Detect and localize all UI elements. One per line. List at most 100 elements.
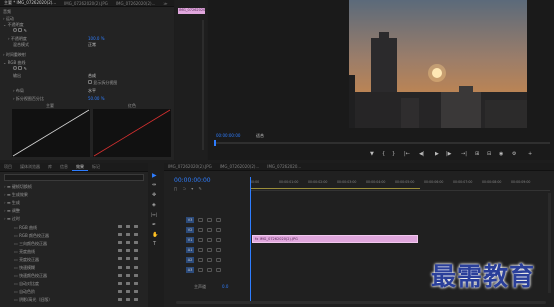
track-label-audio[interactable]: A3 [186,267,194,273]
layout-select[interactable]: 水平 [88,88,96,94]
tab-source-2[interactable]: IMG_07262020(2).JPG [60,1,112,6]
effects-list-item[interactable]: › ▬ 生成 [4,200,20,206]
tab-sequence-2[interactable]: IMG_07262020(2)... [216,164,264,169]
lock-icon[interactable] [198,228,203,232]
tab-sequence-1[interactable]: IMG_07262020(2).JPG [164,164,216,169]
tab-source-main[interactable]: 主要 * IMG_07262020(2)... [0,0,60,6]
effects-list-item[interactable]: › ▬ 调整 [4,208,20,214]
effects-list-item[interactable]: › ▬ 键帧切换帧 [4,184,32,190]
sync-icon[interactable] [207,218,212,222]
hand-tool[interactable]: ✋ [152,232,158,238]
go-to-out-button[interactable]: →| [461,151,467,157]
track-label-video[interactable]: V1 [186,237,194,243]
time-ruler[interactable]: 00:00 00:00:01:00 00:00:02:00 00:00:03:00 00… [250,179,550,191]
rect-mask-icon-2[interactable] [18,66,23,70]
tab-sequence-3[interactable]: IMG_07262020... [263,164,305,169]
opacity-value[interactable]: 100.0 % [88,36,105,41]
slip-tool[interactable]: |↔| [151,212,157,217]
timeline-h-scrollbar[interactable] [176,301,546,304]
track-label-audio[interactable]: A1 [186,247,194,253]
type-tool[interactable]: T [153,241,156,247]
split-percent-value[interactable]: 50.00 % [88,96,105,101]
master-value[interactable]: 0.0 [222,284,228,289]
tab-library[interactable]: 库 [44,164,56,170]
lock-icon[interactable] [198,258,203,262]
effects-search[interactable] [4,174,144,181]
lock-icon[interactable] [198,268,203,272]
effects-list-item[interactable]: ▭ 阴影/高光（旧版） [14,297,52,303]
effects-list-item[interactable]: ▭ 自动对比度 [14,281,39,287]
track-label-audio[interactable]: A2 [186,257,194,263]
export-frame-icon[interactable]: ◉ [499,151,503,157]
solo-icon[interactable] [216,258,221,262]
selection-tool[interactable]: ▶ [152,172,157,179]
step-back-button[interactable]: ◀| [419,151,425,157]
effects-list-item[interactable]: ▭ RGB 颜色校正器 [14,233,49,239]
ellipse-mask-icon[interactable] [13,28,17,32]
tab-media-browser[interactable]: 媒体浏览器 [16,164,44,170]
effects-list-item[interactable]: ▭ 自动色阶 [14,289,35,295]
add-button[interactable]: + [528,151,532,157]
tab-project[interactable]: 项目 [0,164,16,170]
tabs-overflow[interactable]: ≫ [159,1,171,6]
sync-icon[interactable] [207,238,212,242]
ripple-edit-tool[interactable]: ✥ [152,192,156,198]
play-button[interactable]: ▶ [435,151,439,157]
timeline-timecode[interactable]: 00:00:00:00 [174,177,211,184]
lock-icon[interactable] [198,238,203,242]
effects-list-item[interactable]: › ▬ 生成效果 [4,192,28,198]
tab-source-3[interactable]: IMG_07262020(2)... [112,1,160,6]
output-select[interactable]: 合成 [88,73,96,79]
tab-effects[interactable]: 效果 [72,164,88,171]
pen-mask-icon-2[interactable]: ✎ [24,66,27,71]
add-marker-icon[interactable]: ▾ [191,186,193,191]
mark-out-button[interactable]: } [392,151,395,157]
ellipse-mask-icon-2[interactable] [13,66,17,70]
clip-tag[interactable]: IMG_07262020 [178,8,205,14]
effects-list-item[interactable]: ▭ 快速颜色校正器 [14,273,47,279]
track-label-video[interactable]: V3 [186,217,194,223]
sync-icon[interactable] [207,228,212,232]
program-playhead[interactable] [214,140,216,146]
track-label-video[interactable]: V2 [186,227,194,233]
effects-list-item[interactable]: › ▬ 过时 [4,216,20,222]
wrench-icon[interactable]: ✎ [199,186,202,191]
program-timecode[interactable]: 00:00:00:00 [216,133,240,138]
split-view-checkbox[interactable] [88,80,92,84]
effects-list-item[interactable]: ▭ 亮度校正器 [14,257,39,263]
lift-button[interactable]: ⊞ [475,151,479,157]
solo-icon[interactable] [216,248,221,252]
timeline-v-scrollbar[interactable] [548,193,551,293]
blend-mode-select[interactable]: 正常 [88,42,96,48]
mute-icon[interactable] [207,258,212,262]
go-to-in-button[interactable]: |← [404,151,410,157]
solo-icon[interactable] [216,268,221,272]
ruler-work-area[interactable] [250,188,420,189]
marker-button[interactable]: ▼ [370,151,374,157]
razor-tool[interactable]: ◈ [152,202,156,208]
eye-icon[interactable] [216,218,221,222]
mark-in-button[interactable]: { [382,151,385,157]
effects-list-item[interactable]: ▭ 三向颜色校正器 [14,241,47,247]
master-curve-graph[interactable] [12,109,90,157]
tab-markers[interactable]: 标记 [88,164,104,170]
effects-list-item[interactable]: ▭ 快速模糊 [14,265,35,271]
linked-selection-icon[interactable]: ⊃ [183,186,186,191]
step-forward-button[interactable]: |▶ [446,151,452,157]
pen-tool[interactable]: ✒ [152,222,156,228]
program-scrubber[interactable] [214,142,550,144]
track-select-tool[interactable]: ⇹ [152,182,156,188]
lock-icon[interactable] [198,218,203,222]
fit-select[interactable]: 适合 [256,133,264,139]
eye-icon[interactable] [216,238,221,242]
timeline-playhead[interactable] [250,177,251,303]
mute-icon[interactable] [207,268,212,272]
snap-icon[interactable]: ⋂ [174,186,177,191]
timeline-clip[interactable]: fx IMG_07262020(2).JPG [252,235,418,243]
pen-mask-icon[interactable]: ✎ [24,28,27,33]
lock-icon[interactable] [198,248,203,252]
effects-list-item[interactable]: ▭ RGB 曲线 [14,225,37,231]
tab-info[interactable]: 信息 [56,164,72,170]
mute-icon[interactable] [207,248,212,252]
fx-time-remap[interactable]: › 时间重映射 [3,52,26,58]
